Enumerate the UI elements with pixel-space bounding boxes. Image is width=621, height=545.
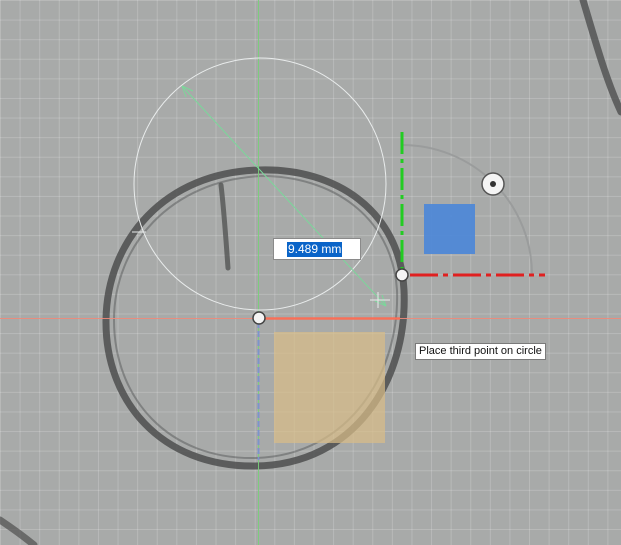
- snap-crosshair: [370, 292, 390, 308]
- dimension-input-value[interactable]: 9.489 mm: [287, 241, 343, 257]
- pencil-stroke-bottom-left: [0, 516, 38, 545]
- reference-image-strokes: [0, 0, 621, 545]
- sketch-canvas[interactable]: 9.489 mm Place third point on circle: [0, 0, 621, 545]
- tooltip: Place third point on circle: [415, 343, 546, 360]
- vertical-plane-preview: [424, 204, 475, 254]
- pencil-stroke-top-right: [579, 0, 621, 116]
- center-point-icon[interactable]: [252, 311, 266, 325]
- horizontal-plane-preview: [274, 332, 385, 443]
- preview-circle: [133, 57, 387, 311]
- snap-point-icon[interactable]: [395, 268, 409, 282]
- rotation-handle-icon[interactable]: [481, 172, 505, 196]
- dimension-input[interactable]: 9.489 mm: [273, 238, 361, 260]
- pencil-stroke-vertical: [218, 182, 231, 271]
- sketch-graphics: [0, 0, 621, 545]
